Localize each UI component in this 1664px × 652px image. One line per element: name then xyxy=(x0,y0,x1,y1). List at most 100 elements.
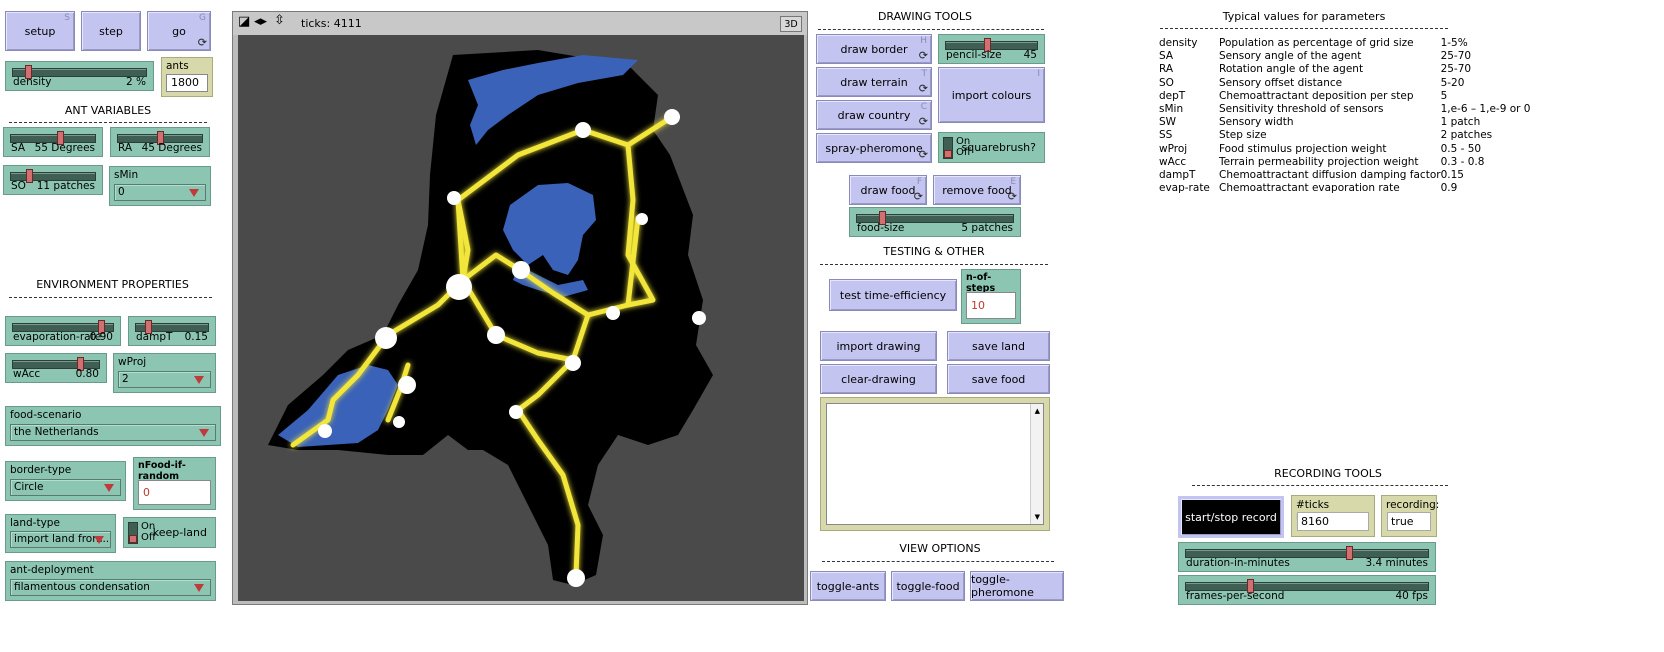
toggle-ants-button[interactable]: toggle-ants xyxy=(810,571,886,601)
parameter-name: SO xyxy=(1159,76,1174,89)
world-canvas[interactable] xyxy=(238,35,804,601)
parameter-row: depT Chemoattractant deposition per step 5 xyxy=(1159,90,1530,103)
wacc-slider[interactable]: wAcc 0.80 xyxy=(5,353,107,383)
output-area[interactable]: ▲ ▼ xyxy=(820,397,1050,531)
divider xyxy=(1160,28,1448,29)
dropdown-triangle-icon xyxy=(194,376,204,384)
smin-chooser[interactable]: sMin 0 xyxy=(109,166,211,206)
recording-monitor: recording: true xyxy=(1381,495,1440,537)
output-scrollbar[interactable]: ▲ ▼ xyxy=(1030,404,1043,524)
monitor-label: recording: xyxy=(1386,499,1440,511)
import-drawing-button[interactable]: import drawing xyxy=(820,331,937,361)
chooser-box[interactable]: 0 xyxy=(114,184,206,201)
parameter-row: RA Rotation angle of the agent 25-70 xyxy=(1159,63,1530,76)
divider xyxy=(818,29,1044,30)
parameter-typical-value: 2 patches xyxy=(1440,129,1493,142)
shortcut-key: E xyxy=(1010,177,1016,187)
typical-values-heading: Typical values for parameters xyxy=(1222,10,1386,23)
save-food-button[interactable]: save food xyxy=(947,364,1050,394)
parameter-row: density Population as percentage of grid … xyxy=(1159,37,1530,50)
slider-value: 0.90 xyxy=(89,331,113,343)
toggle-food-button[interactable]: toggle-food xyxy=(891,571,965,601)
dampt-slider[interactable]: dampT 0.15 xyxy=(128,316,216,346)
forever-arrows-icon: ⟳ xyxy=(913,190,923,203)
draw-country-button[interactable]: draw country C ⟳ xyxy=(816,100,932,130)
food-scenario-chooser[interactable]: food-scenario the Netherlands xyxy=(5,406,221,446)
step-button[interactable]: step xyxy=(81,11,141,51)
ra-slider[interactable]: RA 45 Degrees xyxy=(110,127,210,157)
border-type-chooser[interactable]: border-type Circle xyxy=(5,461,126,501)
slider-value: 5 patches xyxy=(961,222,1013,234)
setup-button[interactable]: setup S xyxy=(5,11,75,51)
horizontal-arrows-icon[interactable]: ◂▸ xyxy=(254,14,267,29)
parameter-description: Sensory angle of the agent xyxy=(1219,50,1362,63)
land-type-chooser[interactable]: land-type import land from... xyxy=(5,514,116,553)
slider-value: 55 Degrees xyxy=(34,142,95,154)
ant-deployment-chooser[interactable]: ant-deployment filamentous condensation xyxy=(5,561,216,601)
slider-thumb[interactable] xyxy=(25,169,33,183)
slider-value: 45 Degrees xyxy=(141,142,202,154)
dropdown-triangle-icon xyxy=(199,429,209,437)
parameter-row: wAcc Terrain permeability projection weig… xyxy=(1159,156,1530,169)
parameter-row: SO Sensory offset distance 5-20 xyxy=(1159,77,1530,90)
draw-food-button[interactable]: draw food F ⟳ xyxy=(849,175,927,205)
n-of-steps-input[interactable]: 10 xyxy=(966,292,1016,319)
slider-thumb[interactable] xyxy=(1346,546,1354,560)
parameter-description: Rotation angle of the agent xyxy=(1219,63,1364,76)
button-label: test time-efficiency xyxy=(839,288,947,302)
ants-label: ants xyxy=(166,60,189,72)
frames-per-second-slider[interactable]: frames-per-second 40 fps xyxy=(1178,575,1436,605)
import-colours-button[interactable]: import colours I xyxy=(938,67,1045,123)
scroll-down-icon[interactable]: ▼ xyxy=(1035,513,1040,521)
save-land-button[interactable]: save land xyxy=(947,331,1050,361)
food-size-slider[interactable]: food-size 5 patches xyxy=(849,207,1021,237)
parameter-name: evap-rate xyxy=(1159,182,1210,195)
slider-label: SO xyxy=(11,180,26,192)
density-slider[interactable]: density 2 % xyxy=(5,61,154,91)
chooser-box[interactable]: 2 xyxy=(118,371,211,388)
keep-land-switch[interactable]: On Off keep-land xyxy=(123,517,216,548)
draw-terrain-button[interactable]: draw terrain T ⟳ xyxy=(816,67,932,97)
pencil-size-slider[interactable]: pencil-size 45 xyxy=(938,34,1045,64)
parameter-typical-value: 25-70 xyxy=(1440,50,1472,63)
dropdown-triangle-icon xyxy=(94,536,104,544)
parameter-name: SW xyxy=(1159,116,1177,129)
squarebrush-switch[interactable]: On Off squarebrush? xyxy=(938,132,1045,163)
clear-drawing-button[interactable]: clear-drawing xyxy=(820,364,937,394)
chooser-value: 2 xyxy=(122,373,129,385)
output-text[interactable]: ▲ ▼ xyxy=(826,403,1044,525)
button-label: toggle-pheromone xyxy=(971,573,1034,599)
draw-border-button[interactable]: draw border H ⟳ xyxy=(816,34,932,64)
parameter-name: SA xyxy=(1159,50,1174,63)
monitor-value: true xyxy=(1387,512,1431,531)
chooser-box[interactable]: filamentous condensation xyxy=(10,579,211,596)
go-button[interactable]: go G ⟳ xyxy=(147,11,211,51)
parameter-typical-value: 25-70 xyxy=(1440,63,1472,76)
so-slider[interactable]: SO 11 patches xyxy=(3,165,103,195)
parameter-row: SW Sensory width 1 patch xyxy=(1159,116,1530,129)
edit-view-icon[interactable]: ◪ xyxy=(238,14,250,29)
toggle-pheromone-button[interactable]: toggle-pheromone xyxy=(970,571,1064,601)
chooser-box[interactable]: Circle xyxy=(10,479,121,496)
start-stop-record-button[interactable]: start/stop record xyxy=(1178,496,1284,538)
scroll-up-icon[interactable]: ▲ xyxy=(1035,407,1040,415)
sa-slider[interactable]: SA 55 Degrees xyxy=(3,127,103,157)
remove-food-button[interactable]: remove food E ⟳ xyxy=(933,175,1021,205)
ants-input[interactable]: 1800 xyxy=(166,74,208,92)
evaporation-rate-slider[interactable]: evaporation-rate 0.90 xyxy=(5,316,121,346)
slider-value: 11 patches xyxy=(36,180,95,192)
ants-input-box: ants 1800 xyxy=(161,57,213,97)
nfood-if-random-input[interactable]: 0 xyxy=(138,480,211,505)
test-time-efficiency-button[interactable]: test time-efficiency xyxy=(829,279,957,311)
wproj-chooser[interactable]: wProj 2 xyxy=(113,353,216,393)
3d-view-button[interactable]: 3D xyxy=(780,16,802,32)
vertical-arrows-icon[interactable]: ⇳ xyxy=(274,13,285,28)
spray-pheromone-button[interactable]: spray-pheromone ⟳ xyxy=(816,133,932,163)
shortcut-key: C xyxy=(920,102,927,112)
chooser-box[interactable]: the Netherlands xyxy=(10,424,216,441)
duration-in-minutes-slider[interactable]: duration-in-minutes 3.4 minutes xyxy=(1178,542,1436,572)
parameter-description: Food stimulus projection weight xyxy=(1219,142,1387,155)
chooser-box[interactable]: import land from... xyxy=(10,531,111,548)
divider xyxy=(1192,485,1448,486)
chooser-label: land-type xyxy=(10,517,60,529)
